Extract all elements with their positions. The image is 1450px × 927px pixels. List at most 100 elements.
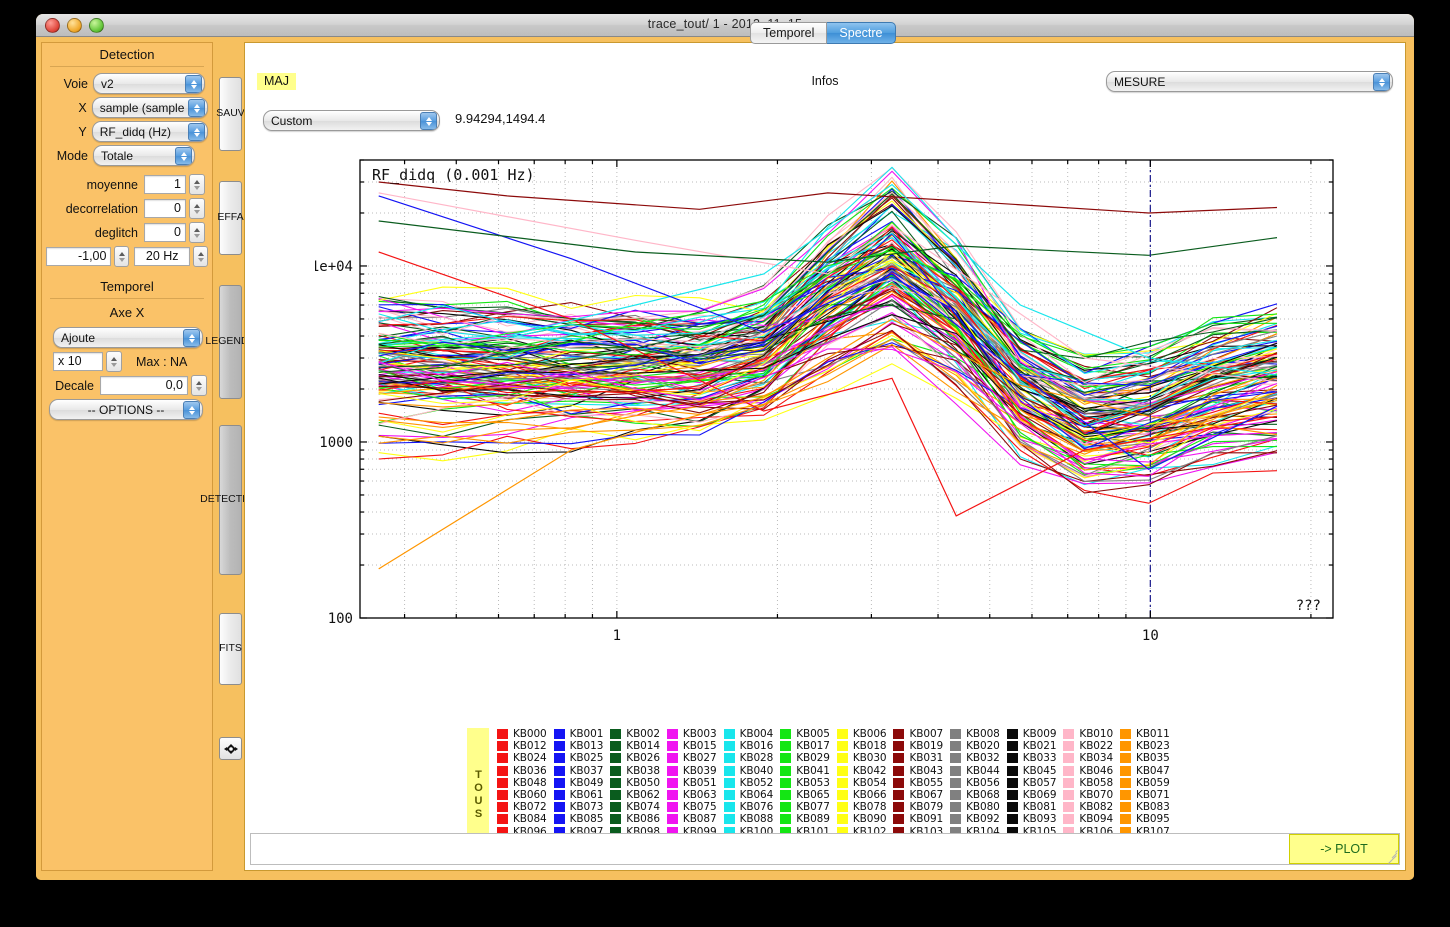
legend-color-swatch[interactable]: [497, 741, 508, 751]
legend-item[interactable]: KB090: [837, 813, 887, 825]
legend-color-swatch[interactable]: [724, 766, 735, 776]
legend-item[interactable]: KB083: [1120, 801, 1170, 813]
legend-item[interactable]: KB081: [1007, 801, 1057, 813]
legend-item[interactable]: KB033: [1007, 752, 1057, 764]
legend-color-swatch[interactable]: [950, 753, 961, 763]
chevron-updown-icon[interactable]: [183, 401, 200, 419]
legend-color-swatch[interactable]: [554, 741, 565, 751]
legend-item[interactable]: KB014: [610, 740, 660, 752]
legend-item[interactable]: KB006: [837, 728, 887, 740]
legend-color-swatch[interactable]: [610, 729, 621, 739]
legend-color-swatch[interactable]: [554, 729, 565, 739]
legend-item[interactable]: KB095: [1120, 813, 1170, 825]
legend-item[interactable]: KB007: [893, 728, 943, 740]
legend-item[interactable]: KB031: [893, 752, 943, 764]
legend-item[interactable]: KB008: [950, 728, 1000, 740]
legend-color-swatch[interactable]: [497, 729, 508, 739]
legend-color-swatch[interactable]: [837, 814, 848, 824]
legend-color-swatch[interactable]: [1120, 766, 1131, 776]
legend-item[interactable]: KB038: [610, 765, 660, 777]
legend-item[interactable]: KB041: [780, 765, 830, 777]
legend-color-swatch[interactable]: [950, 741, 961, 751]
legend-item[interactable]: KB036: [497, 765, 547, 777]
legend-color-swatch[interactable]: [724, 753, 735, 763]
legend-item[interactable]: KB002: [610, 728, 660, 740]
legend-item[interactable]: KB060: [497, 789, 547, 801]
mode-select[interactable]: Totale: [93, 145, 195, 166]
legend-color-swatch[interactable]: [497, 790, 508, 800]
legend-item[interactable]: KB013: [554, 740, 604, 752]
legend-color-swatch[interactable]: [1120, 802, 1131, 812]
legend-color-swatch[interactable]: [1063, 753, 1074, 763]
legend-color-swatch[interactable]: [950, 802, 961, 812]
legend-color-swatch[interactable]: [667, 741, 678, 751]
legend-item[interactable]: KB044: [950, 765, 1000, 777]
legend-color-swatch[interactable]: [837, 753, 848, 763]
multiplier-stepper[interactable]: [106, 351, 122, 372]
range-high-input[interactable]: 20 Hz: [134, 247, 191, 266]
legend-color-swatch[interactable]: [1007, 766, 1018, 776]
legend-item[interactable]: KB073: [554, 801, 604, 813]
legend-color-swatch[interactable]: [780, 778, 791, 788]
decale-input[interactable]: 0,0: [100, 376, 188, 395]
legend-item[interactable]: KB068: [950, 789, 1000, 801]
legend-color-swatch[interactable]: [667, 790, 678, 800]
legend-color-swatch[interactable]: [950, 729, 961, 739]
legend-color-swatch[interactable]: [950, 778, 961, 788]
legend-item[interactable]: KB092: [950, 813, 1000, 825]
legend-color-swatch[interactable]: [837, 741, 848, 751]
legend-item[interactable]: KB094: [1063, 813, 1113, 825]
legend-color-swatch[interactable]: [497, 802, 508, 812]
voie-select[interactable]: v2: [93, 73, 205, 94]
legend-color-swatch[interactable]: [950, 766, 961, 776]
legend-color-swatch[interactable]: [893, 753, 904, 763]
legend-color-swatch[interactable]: [1063, 741, 1074, 751]
legend-item[interactable]: KB015: [667, 740, 717, 752]
legend-item[interactable]: KB024: [497, 752, 547, 764]
range-low-input[interactable]: -1,00: [46, 247, 111, 266]
legend-item[interactable]: KB076: [724, 801, 774, 813]
legend-item[interactable]: KB056: [950, 777, 1000, 789]
legend-item[interactable]: KB030: [837, 752, 887, 764]
legend-color-swatch[interactable]: [1120, 814, 1131, 824]
legend-color-swatch[interactable]: [554, 790, 565, 800]
legend-color-swatch[interactable]: [893, 766, 904, 776]
legend-color-swatch[interactable]: [610, 778, 621, 788]
legend-item[interactable]: KB051: [667, 777, 717, 789]
legend-item[interactable]: KB043: [893, 765, 943, 777]
legend-color-swatch[interactable]: [780, 766, 791, 776]
mesure-select[interactable]: MESURE: [1106, 71, 1393, 92]
legend-color-swatch[interactable]: [610, 790, 621, 800]
legend-color-swatch[interactable]: [497, 814, 508, 824]
legend-color-swatch[interactable]: [837, 766, 848, 776]
legend-item[interactable]: KB088: [724, 813, 774, 825]
vtab-effa[interactable]: EFFA: [219, 181, 242, 255]
legend-color-swatch[interactable]: [1063, 814, 1074, 824]
legend-item[interactable]: KB079: [893, 801, 943, 813]
legend-item[interactable]: KB047: [1120, 765, 1170, 777]
legend-color-swatch[interactable]: [667, 802, 678, 812]
legend-color-swatch[interactable]: [1063, 790, 1074, 800]
legend-item[interactable]: KB029: [780, 752, 830, 764]
decale-stepper[interactable]: [191, 375, 207, 396]
legend-item[interactable]: KB032: [950, 752, 1000, 764]
legend-item[interactable]: KB040: [724, 765, 774, 777]
chevron-updown-icon[interactable]: [183, 329, 200, 347]
legend-item[interactable]: KB034: [1063, 752, 1113, 764]
x-axis-select[interactable]: sample (sample: [92, 97, 208, 118]
legend-item[interactable]: KB057: [1007, 777, 1057, 789]
legend-item[interactable]: KB062: [610, 789, 660, 801]
legend-color-swatch[interactable]: [724, 802, 735, 812]
moyenne-input[interactable]: 1: [144, 175, 186, 194]
legend-color-swatch[interactable]: [1063, 802, 1074, 812]
legend-item[interactable]: KB071: [1120, 789, 1170, 801]
legend-item[interactable]: KB003: [667, 728, 717, 740]
legend-color-swatch[interactable]: [724, 790, 735, 800]
legend-item[interactable]: KB074: [610, 801, 660, 813]
legend-color-swatch[interactable]: [554, 814, 565, 824]
legend-item[interactable]: KB019: [893, 740, 943, 752]
legend-color-swatch[interactable]: [780, 741, 791, 751]
legend-item[interactable]: KB054: [837, 777, 887, 789]
legend-color-swatch[interactable]: [893, 778, 904, 788]
legend-item[interactable]: KB046: [1063, 765, 1113, 777]
